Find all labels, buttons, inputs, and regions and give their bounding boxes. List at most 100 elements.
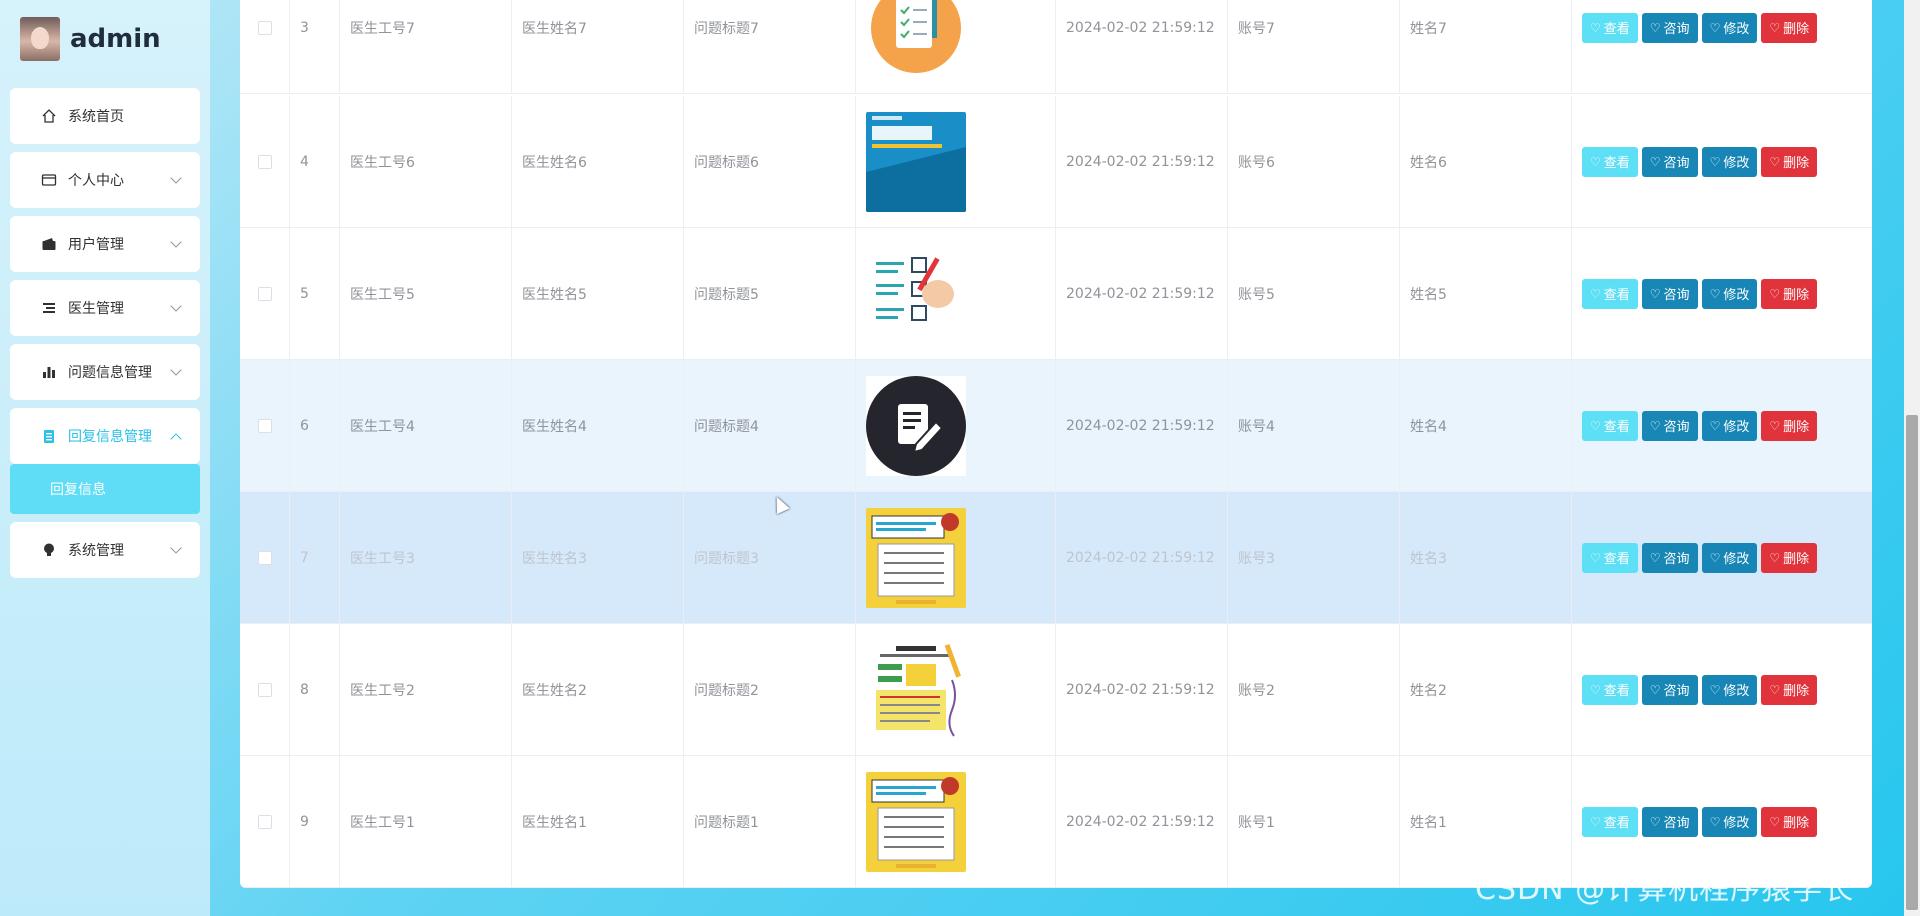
- consult-button[interactable]: ♡ 咨询: [1641, 410, 1698, 441]
- sidebar-item-users[interactable]: 用户管理: [10, 216, 200, 272]
- row-index: 5: [290, 228, 340, 359]
- bulb-icon: [40, 541, 58, 559]
- thumbnail-image[interactable]: [866, 243, 966, 344]
- view-button[interactable]: ♡ 查看: [1582, 146, 1638, 177]
- delete-button[interactable]: ♡ 删除: [1761, 410, 1818, 441]
- thumbnail-image[interactable]: [866, 639, 966, 740]
- thumbnail-image[interactable]: [866, 0, 966, 78]
- edit-button[interactable]: ♡ 修改: [1701, 674, 1758, 705]
- delete-button[interactable]: ♡ 删除: [1761, 806, 1818, 837]
- edit-label: 修改: [1723, 156, 1750, 171]
- account-cell: 账号4: [1228, 360, 1400, 491]
- image-cell: [856, 0, 1056, 93]
- consult-button[interactable]: ♡ 咨询: [1641, 12, 1698, 43]
- delete-button[interactable]: ♡ 删除: [1761, 542, 1818, 573]
- view-label: 查看: [1603, 288, 1630, 303]
- edit-button[interactable]: ♡ 修改: [1701, 12, 1758, 43]
- view-label: 查看: [1603, 816, 1630, 831]
- table-row[interactable]: 8 医生工号2 医生姓名2 问题标题2 2024-02-02 21:59:12 账号2 姓名…: [240, 624, 1872, 756]
- edit-button[interactable]: ♡ 修改: [1701, 806, 1758, 837]
- chevron-down-icon: [170, 300, 182, 312]
- consult-button[interactable]: ♡ 咨询: [1641, 806, 1698, 837]
- doctor-id-cell: 医生工号5: [340, 228, 512, 359]
- bar-chart-icon: [40, 363, 58, 381]
- sidebar-subitem-replies[interactable]: 回复信息: [10, 464, 200, 514]
- edit-button[interactable]: ♡ 修改: [1701, 410, 1758, 441]
- table-row[interactable]: 5 医生工号5 医生姓名5 问题标题5 2024-02-02 21:59:12 账号5 姓名…: [240, 228, 1872, 360]
- sidebar-item-system[interactable]: 系统管理: [10, 522, 200, 578]
- avatar[interactable]: [20, 17, 60, 61]
- chevron-down-icon: [170, 542, 182, 554]
- actions-cell: ♡ 查看 ♡ 咨询 ♡ 修改 ♡ 删除: [1572, 0, 1872, 93]
- sidebar-item-questions[interactable]: 问题信息管理: [10, 344, 200, 400]
- sidebar-item-label: 系统首页: [68, 109, 124, 125]
- edit-button[interactable]: ♡ 修改: [1701, 278, 1758, 309]
- table-row[interactable]: 4 医生工号6 医生姓名6 问题标题6 2024-02-02 21:59:12 账号6 姓名…: [240, 96, 1872, 228]
- row-checkbox[interactable]: [257, 154, 272, 169]
- view-button[interactable]: ♡ 查看: [1582, 278, 1638, 309]
- row-checkbox[interactable]: [257, 286, 272, 301]
- delete-label: 删除: [1783, 288, 1810, 303]
- sidebar-item-profile[interactable]: 个人中心: [10, 152, 200, 208]
- sidebar-menu: 系统首页 个人中心 用户管理 医生管理 问题信息管理 回复信息管理 回复信息 系…: [10, 88, 200, 586]
- delete-button[interactable]: ♡ 删除: [1761, 146, 1818, 177]
- delete-button[interactable]: ♡ 删除: [1761, 278, 1818, 309]
- thumbnail-image[interactable]: [866, 375, 966, 476]
- thumbnail-image[interactable]: [866, 507, 966, 608]
- sidebar-item-label: 系统管理: [68, 543, 124, 559]
- consult-button[interactable]: ♡ 咨询: [1641, 278, 1698, 309]
- consult-button[interactable]: ♡ 咨询: [1641, 542, 1698, 573]
- table-row[interactable]: 3 医生工号7 医生姓名7 问题标题7 2024-02-02 21:59:12 账号7 姓名…: [240, 0, 1872, 94]
- actions-cell: ♡ 查看 ♡ 咨询 ♡ 修改 ♡ 删除: [1572, 624, 1872, 755]
- doctor-name-cell: 医生姓名7: [512, 0, 684, 93]
- row-checkbox[interactable]: [257, 682, 272, 697]
- row-index: 3: [290, 0, 340, 93]
- image-cell: [856, 756, 1056, 887]
- row-checkbox[interactable]: [257, 418, 272, 433]
- chevron-down-icon: [170, 236, 182, 248]
- consult-button[interactable]: ♡ 咨询: [1641, 146, 1698, 177]
- view-label: 查看: [1603, 420, 1630, 435]
- consult-label: 咨询: [1663, 420, 1690, 435]
- view-button[interactable]: ♡ 查看: [1582, 12, 1638, 43]
- doctor-id-cell: 医生工号3: [340, 492, 512, 623]
- name-cell: 姓名4: [1400, 360, 1572, 491]
- edit-label: 修改: [1723, 420, 1750, 435]
- question-title-cell: 问题标题2: [684, 624, 856, 755]
- sidebar-item-doctors[interactable]: 医生管理: [10, 280, 200, 336]
- actions-cell: ♡ 查看 ♡ 咨询 ♡ 修改 ♡ 删除: [1572, 492, 1872, 623]
- view-button[interactable]: ♡ 查看: [1582, 542, 1638, 573]
- view-label: 查看: [1603, 22, 1630, 37]
- delete-label: 删除: [1783, 22, 1810, 37]
- edit-button[interactable]: ♡ 修改: [1701, 146, 1758, 177]
- consult-label: 咨询: [1663, 684, 1690, 699]
- edit-label: 修改: [1723, 816, 1750, 831]
- home-icon: [40, 107, 58, 125]
- actions-cell: ♡ 查看 ♡ 咨询 ♡ 修改 ♡ 删除: [1572, 228, 1872, 359]
- edit-button[interactable]: ♡ 修改: [1701, 542, 1758, 573]
- name-cell: 姓名6: [1400, 96, 1572, 227]
- consult-button[interactable]: ♡ 咨询: [1641, 674, 1698, 705]
- delete-button[interactable]: ♡ 删除: [1761, 12, 1818, 43]
- row-checkbox[interactable]: [257, 814, 272, 829]
- view-button[interactable]: ♡ 查看: [1582, 674, 1638, 705]
- sidebar-item-label: 用户管理: [68, 237, 124, 253]
- table-row[interactable]: 7 医生工号3 医生姓名3 问题标题3 2024-02-02 21:59:12 账号3 姓名…: [240, 492, 1872, 624]
- thumbnail-image[interactable]: [866, 771, 966, 872]
- doctor-id-cell: 医生工号4: [340, 360, 512, 491]
- thumbnail-image[interactable]: [866, 111, 966, 212]
- table-row[interactable]: 6 医生工号4 医生姓名4 问题标题4 2024-02-02 21:59:12 账号4 姓名…: [240, 360, 1872, 492]
- chevron-down-icon: [170, 172, 182, 184]
- view-button[interactable]: ♡ 查看: [1582, 410, 1638, 441]
- row-select-cell: [240, 360, 290, 491]
- doctor-name-cell: 医生姓名5: [512, 228, 684, 359]
- delete-button[interactable]: ♡ 删除: [1761, 674, 1818, 705]
- row-index: 7: [290, 492, 340, 623]
- sidebar-item-replies[interactable]: 回复信息管理: [10, 408, 200, 464]
- row-checkbox[interactable]: [257, 550, 272, 565]
- sidebar-item-home[interactable]: 系统首页: [10, 88, 200, 144]
- row-checkbox[interactable]: [257, 20, 272, 35]
- consult-label: 咨询: [1663, 816, 1690, 831]
- scrollbar-thumb[interactable]: [1906, 415, 1918, 910]
- view-button[interactable]: ♡ 查看: [1582, 806, 1638, 837]
